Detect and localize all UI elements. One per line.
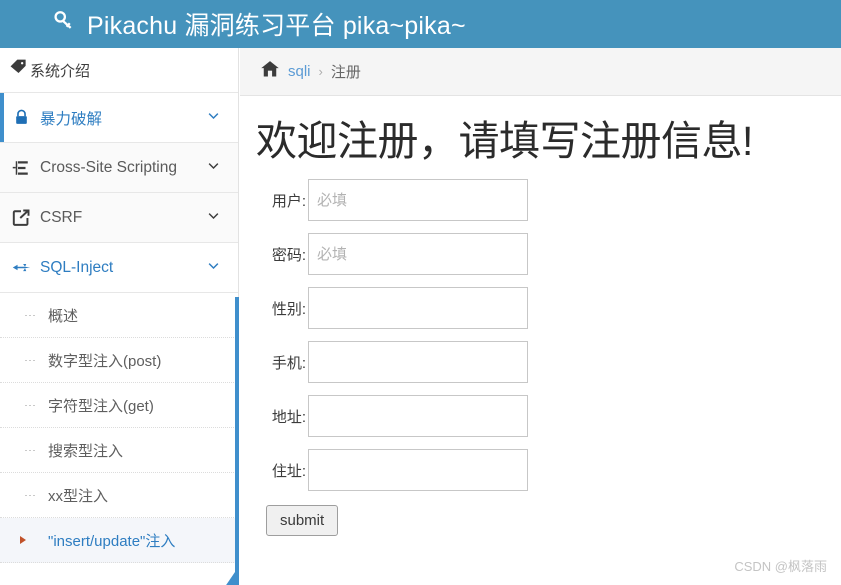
main-content: sqli › 注册 欢迎注册，请填写注册信息! 用户: 密码: 性别: bbox=[240, 48, 841, 585]
lock-icon bbox=[10, 109, 32, 126]
address-input[interactable] bbox=[308, 449, 528, 492]
sidebar-subitem-xx[interactable]: xx型注入 bbox=[0, 473, 238, 518]
sex-input[interactable] bbox=[308, 287, 528, 330]
sidebar-subitem-numeric-post[interactable]: 数字型注入(post) bbox=[0, 338, 238, 383]
triangle-right-icon bbox=[20, 536, 26, 544]
key-icon bbox=[52, 8, 78, 41]
sidebar-group-sql-inject-label: SQL-Inject bbox=[40, 258, 114, 276]
form-row-password: 密码: bbox=[256, 233, 841, 276]
sidebar-group-csrf-label: CSRF bbox=[40, 208, 83, 226]
active-rail-arrow-icon bbox=[220, 572, 235, 585]
username-label: 用户: bbox=[271, 192, 306, 210]
sidebar-item-intro-label: 系统介绍 bbox=[30, 62, 91, 80]
form-row-address: 住址: bbox=[256, 449, 841, 492]
active-indicator-bar bbox=[0, 93, 4, 142]
breadcrumb-current: 注册 bbox=[330, 64, 361, 81]
password-label: 密码: bbox=[271, 246, 306, 264]
username-input[interactable] bbox=[308, 179, 528, 222]
page-title: 欢迎注册，请填写注册信息! bbox=[256, 118, 753, 164]
tag-icon bbox=[9, 58, 28, 82]
watermark: CSDN @枫落雨 bbox=[734, 559, 827, 574]
breadcrumb: sqli › 注册 bbox=[240, 48, 841, 96]
sidebar-subitem-search[interactable]: 搜索型注入 bbox=[0, 428, 238, 473]
sidebar-subitem-insert-update-label: "insert/update"注入 bbox=[48, 532, 176, 550]
content-body: 欢迎注册，请填写注册信息! 用户: 密码: 性别: 手机: bbox=[240, 96, 841, 537]
breadcrumb-link-sqli[interactable]: sqli bbox=[288, 63, 311, 80]
email-input[interactable] bbox=[308, 395, 528, 438]
tree-tick bbox=[25, 405, 36, 406]
sidebar-subitem-search-label: 搜索型注入 bbox=[48, 442, 124, 460]
active-rail bbox=[235, 297, 239, 585]
sidebar-group-brute-force-label: 暴力破解 bbox=[40, 110, 103, 128]
sidebar-group-xss[interactable]: Cross-Site Scripting bbox=[0, 143, 238, 193]
form-row-username: 用户: bbox=[256, 179, 841, 222]
tree-tick bbox=[25, 360, 36, 361]
chevron-down-icon[interactable] bbox=[206, 108, 221, 128]
app-title-group: Pikachu 漏洞练习平台 pika~pika~ bbox=[52, 6, 466, 42]
sidebar-group-brute-force[interactable]: 暴力破解 bbox=[0, 93, 238, 143]
phone-input[interactable] bbox=[308, 341, 528, 384]
list-align-icon bbox=[10, 159, 32, 177]
tree-tick bbox=[25, 315, 36, 316]
sidebar-subitem-xx-label: xx型注入 bbox=[48, 487, 109, 505]
page-root: Pikachu 漏洞练习平台 pika~pika~ 系统介绍 暴力破解 Cros… bbox=[0, 0, 841, 585]
sidebar-group-xss-label: Cross-Site Scripting bbox=[40, 158, 177, 176]
address-label: 住址: bbox=[271, 462, 306, 480]
chevron-down-icon[interactable] bbox=[206, 208, 221, 228]
tree-tick bbox=[25, 495, 36, 496]
sidebar-sub-list: 概述 数字型注入(post) 字符型注入(get) 搜索型注入 xx型注入 "i bbox=[0, 293, 238, 563]
sidebar-subitem-insert-update[interactable]: "insert/update"注入 bbox=[0, 518, 238, 563]
submit-button[interactable]: submit bbox=[266, 505, 339, 537]
sidebar-group-sql-inject[interactable]: SQL-Inject bbox=[0, 243, 238, 293]
sidebar-item-intro[interactable]: 系统介绍 bbox=[0, 48, 238, 93]
chevron-down-icon[interactable] bbox=[206, 158, 221, 178]
registration-form: 用户: 密码: 性别: 手机: 地址: bbox=[256, 179, 841, 537]
tree-tick bbox=[25, 450, 36, 451]
external-link-icon bbox=[10, 209, 32, 227]
form-row-phone: 手机: bbox=[256, 341, 841, 384]
form-row-sex: 性别: bbox=[256, 287, 841, 330]
breadcrumb-separator: › bbox=[318, 64, 323, 79]
password-input[interactable] bbox=[308, 233, 528, 276]
sidebar-group-csrf[interactable]: CSRF bbox=[0, 193, 238, 243]
sidebar-subitem-string-get-label: 字符型注入(get) bbox=[48, 397, 154, 415]
chevron-down-icon[interactable] bbox=[206, 258, 221, 278]
phone-label: 手机: bbox=[271, 354, 306, 372]
form-row-email: 地址: bbox=[256, 395, 841, 438]
app-header: Pikachu 漏洞练习平台 pika~pika~ bbox=[0, 0, 841, 48]
sidebar-subitem-string-get[interactable]: 字符型注入(get) bbox=[0, 383, 238, 428]
sidebar: 系统介绍 暴力破解 Cross-Site Scripting CSRF SQL-… bbox=[0, 48, 239, 585]
email-label: 地址: bbox=[271, 408, 306, 426]
plane-icon bbox=[10, 258, 32, 277]
app-title-text: Pikachu 漏洞练习平台 pika~pika~ bbox=[87, 12, 466, 40]
sex-label: 性别: bbox=[271, 300, 306, 318]
sidebar-subitem-numeric-post-label: 数字型注入(post) bbox=[48, 352, 162, 370]
sidebar-subitem-overview-label: 概述 bbox=[48, 307, 79, 325]
home-icon[interactable] bbox=[260, 59, 280, 84]
sidebar-subitem-overview[interactable]: 概述 bbox=[0, 293, 238, 338]
